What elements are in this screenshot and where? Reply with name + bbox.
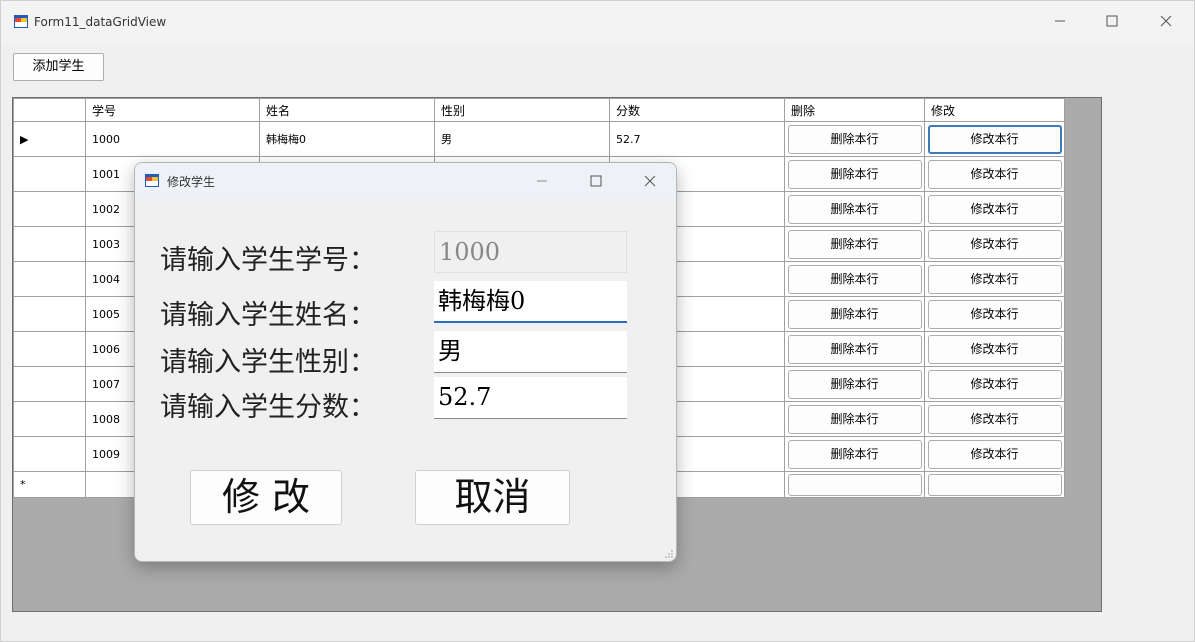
dialog-close-icon[interactable] [640,171,660,191]
edit-row-button[interactable]: 修改本行 [927,194,1062,224]
close-icon[interactable] [1156,11,1176,31]
cell-edit: 修改本行 [924,191,1065,227]
delete-row-button[interactable]: 删除本行 [787,369,922,399]
row-header[interactable] [13,296,86,332]
cancel-button[interactable]: 取消 [415,470,570,525]
delete-row-button[interactable]: 删除本行 [787,264,922,294]
column-header-delete[interactable]: 删除 [784,98,925,122]
edit-row-button[interactable]: 修改本行 [927,299,1062,329]
edit-row-button[interactable]: 修改本行 [927,229,1062,259]
column-header-gender[interactable]: 性别 [434,98,610,122]
header-row: 学号 姓名 性别 分数 删除 修改 [13,98,1065,122]
cell-delete: 删除本行 [784,226,925,262]
window-title: Form11_dataGridView [34,15,167,29]
cell-delete: 删除本行 [784,436,925,472]
cell-edit: 修改本行 [924,261,1065,297]
row-header[interactable] [13,156,86,192]
cell-edit: 修改本行 [924,366,1065,402]
new-row-button-cell [784,471,925,498]
row-header[interactable] [13,401,86,437]
cell-delete: 删除本行 [784,121,925,157]
cell-edit: 修改本行 [924,121,1065,157]
cell-score[interactable]: 52.7 [609,121,785,157]
cell-delete: 删除本行 [784,191,925,227]
row-header[interactable] [13,191,86,227]
maximize-icon[interactable] [1102,11,1122,31]
delete-row-button[interactable]: 删除本行 [787,124,922,154]
edit-row-button[interactable]: 修改本行 [927,159,1062,189]
student-score-field[interactable]: 52.7 [434,377,627,419]
label-student-name: 请输入学生姓名： [160,300,376,331]
delete-row-button[interactable]: 删除本行 [787,404,922,434]
delete-row-button[interactable]: 删除本行 [787,194,922,224]
new-row-blank-button[interactable] [927,473,1062,496]
row-header[interactable]: ▶ [13,121,86,157]
cell-delete: 删除本行 [784,331,925,367]
edit-row-button[interactable]: 修改本行 [927,334,1062,364]
title-bar[interactable]: Form11_dataGridView [1,1,1194,43]
resize-grip-icon[interactable] [664,549,674,559]
edit-row-button[interactable]: 修改本行 [927,369,1062,399]
dialog-maximize-icon[interactable] [586,171,606,191]
cell-edit: 修改本行 [924,331,1065,367]
edit-student-dialog: 修改学生 请输入学生学号： 1000 请输入学生姓名： 韩梅梅0 请输入学生性别… [134,162,677,562]
edit-row-button[interactable]: 修改本行 [927,124,1062,154]
cell-edit: 修改本行 [924,401,1065,437]
cell-edit: 修改本行 [924,436,1065,472]
cell-id[interactable]: 1000 [85,121,260,157]
cell-delete: 删除本行 [784,261,925,297]
cell-edit: 修改本行 [924,226,1065,262]
column-header-id[interactable]: 学号 [85,98,260,122]
delete-row-button[interactable]: 删除本行 [787,299,922,329]
student-id-field: 1000 [434,231,627,273]
row-header[interactable] [13,366,86,402]
student-name-field[interactable]: 韩梅梅0 [434,281,627,323]
app-icon [14,15,28,28]
edit-row-button[interactable]: 修改本行 [927,439,1062,469]
label-student-score: 请输入学生分数： [160,392,376,423]
row-header-corner [13,98,86,122]
delete-row-button[interactable]: 删除本行 [787,159,922,189]
edit-row-button[interactable]: 修改本行 [927,264,1062,294]
cell-edit: 修改本行 [924,296,1065,332]
cell-name[interactable]: 韩梅梅0 [259,121,435,157]
table-row[interactable]: ▶ 1000 韩梅梅0 男 52.7 删除本行 修改本行 [13,121,1065,157]
new-row-blank-button[interactable] [787,473,922,496]
dialog-app-icon [145,174,159,187]
cell-delete: 删除本行 [784,156,925,192]
delete-row-button[interactable]: 删除本行 [787,334,922,364]
delete-row-button[interactable]: 删除本行 [787,439,922,469]
row-header[interactable] [13,261,86,297]
cell-delete: 删除本行 [784,296,925,332]
student-gender-field[interactable]: 男 [434,331,627,373]
modify-button[interactable]: 修 改 [190,470,342,525]
dialog-title-bar[interactable]: 修改学生 [135,163,676,199]
label-student-gender: 请输入学生性别： [160,347,376,378]
edit-row-button[interactable]: 修改本行 [927,404,1062,434]
delete-row-button[interactable]: 删除本行 [787,229,922,259]
new-row-button-cell [924,471,1065,498]
cell-delete: 删除本行 [784,366,925,402]
cell-delete: 删除本行 [784,401,925,437]
cell-gender[interactable]: 男 [434,121,610,157]
column-header-name[interactable]: 姓名 [259,98,435,122]
row-header[interactable] [13,331,86,367]
dialog-title: 修改学生 [167,175,216,189]
cell-edit: 修改本行 [924,156,1065,192]
minimize-icon[interactable] [1050,11,1070,31]
column-header-score[interactable]: 分数 [609,98,785,122]
label-student-id: 请输入学生学号： [160,245,376,276]
add-student-button[interactable]: 添加学生 [13,53,104,81]
new-row-header[interactable]: * [13,471,86,498]
row-header[interactable] [13,436,86,472]
row-header[interactable] [13,226,86,262]
column-header-edit[interactable]: 修改 [924,98,1065,122]
dialog-minimize-icon[interactable] [532,171,552,191]
